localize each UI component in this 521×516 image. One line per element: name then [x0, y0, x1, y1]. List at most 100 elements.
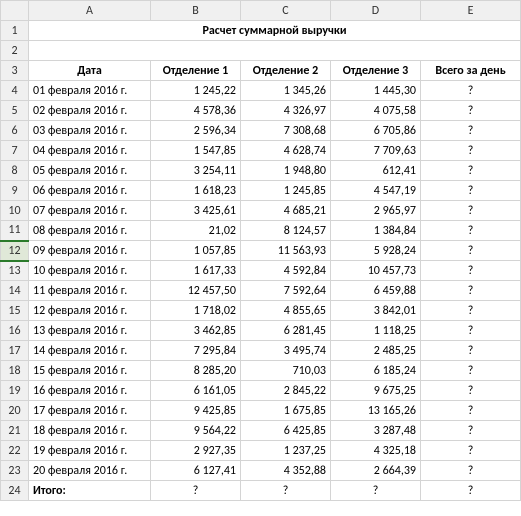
cell-d1[interactable]: 12 457,50: [151, 281, 241, 301]
cell-d2[interactable]: 4 352,88: [241, 461, 331, 481]
cell-d1[interactable]: 1 057,85: [151, 241, 241, 261]
col-header-B[interactable]: B: [151, 1, 241, 21]
cell-date[interactable]: 14 февраля 2016 г.: [29, 341, 151, 361]
cell-d3[interactable]: 2 485,25: [331, 341, 421, 361]
row-header-11[interactable]: 11: [1, 221, 29, 241]
cell-date[interactable]: 20 февраля 2016 г.: [29, 461, 151, 481]
cell-d1[interactable]: 6 127,41: [151, 461, 241, 481]
cell-d3[interactable]: 6 459,88: [331, 281, 421, 301]
cell-date[interactable]: 05 февраля 2016 г.: [29, 161, 151, 181]
cell-d3[interactable]: 10 457,73: [331, 261, 421, 281]
row-header-22[interactable]: 22: [1, 441, 29, 461]
row-header-24[interactable]: 24: [1, 481, 29, 501]
row-header-2[interactable]: 2: [1, 41, 29, 61]
cell-total[interactable]: ?: [421, 81, 521, 101]
cell-d2[interactable]: 7 592,64: [241, 281, 331, 301]
cell-total[interactable]: ?: [421, 381, 521, 401]
row-header-15[interactable]: 15: [1, 301, 29, 321]
cell-date[interactable]: 11 февраля 2016 г.: [29, 281, 151, 301]
cell-date[interactable]: 02 февраля 2016 г.: [29, 101, 151, 121]
cell-total[interactable]: ?: [421, 201, 521, 221]
row-header-20[interactable]: 20: [1, 401, 29, 421]
cell-total[interactable]: ?: [421, 181, 521, 201]
cell-date[interactable]: 03 февраля 2016 г.: [29, 121, 151, 141]
cell-date[interactable]: 04 февраля 2016 г.: [29, 141, 151, 161]
cell-d3[interactable]: 9 675,25: [331, 381, 421, 401]
cell-d2[interactable]: 3 495,74: [241, 341, 331, 361]
cell-total[interactable]: ?: [421, 141, 521, 161]
footer-label[interactable]: Итого:: [29, 481, 151, 501]
cell-total[interactable]: ?: [421, 401, 521, 421]
cell-d3[interactable]: 5 928,24: [331, 241, 421, 261]
cell-total[interactable]: ?: [421, 261, 521, 281]
cell-d3[interactable]: 612,41: [331, 161, 421, 181]
cell-d3[interactable]: 1 384,84: [331, 221, 421, 241]
cell-d3[interactable]: 3 842,01: [331, 301, 421, 321]
row-header-18[interactable]: 18: [1, 361, 29, 381]
cell-d2[interactable]: 1 345,26: [241, 81, 331, 101]
cell-d1[interactable]: 2 927,35: [151, 441, 241, 461]
cell-d1[interactable]: 6 161,05: [151, 381, 241, 401]
cell-d1[interactable]: 3 254,11: [151, 161, 241, 181]
cell-d1[interactable]: 1 547,85: [151, 141, 241, 161]
cell-d2[interactable]: 11 563,93: [241, 241, 331, 261]
cell-d2[interactable]: 1 245,85: [241, 181, 331, 201]
footer-d2[interactable]: ?: [241, 481, 331, 501]
cell-total[interactable]: ?: [421, 441, 521, 461]
cell-total[interactable]: ?: [421, 161, 521, 181]
cell-total[interactable]: ?: [421, 301, 521, 321]
row-header-13[interactable]: 13: [1, 261, 29, 281]
row-header-5[interactable]: 5: [1, 101, 29, 121]
cell-d1[interactable]: 3 425,61: [151, 201, 241, 221]
cell-total[interactable]: ?: [421, 461, 521, 481]
spreadsheet-grid[interactable]: ABCDE1Расчет суммарной выручки23ДатаОтде…: [0, 0, 521, 501]
cell-d3[interactable]: 2 965,97: [331, 201, 421, 221]
cell-d1[interactable]: 1 617,33: [151, 261, 241, 281]
col-header-E[interactable]: E: [421, 1, 521, 21]
cell-d1[interactable]: 1 618,23: [151, 181, 241, 201]
cell-date[interactable]: 06 февраля 2016 г.: [29, 181, 151, 201]
cell-date[interactable]: 15 февраля 2016 г.: [29, 361, 151, 381]
row-header-1[interactable]: 1: [1, 21, 29, 41]
cell-d1[interactable]: 21,02: [151, 221, 241, 241]
row-header-19[interactable]: 19: [1, 381, 29, 401]
cell-d1[interactable]: 9 425,85: [151, 401, 241, 421]
row-header-23[interactable]: 23: [1, 461, 29, 481]
cell-d2[interactable]: 8 124,57: [241, 221, 331, 241]
cell-total[interactable]: ?: [421, 101, 521, 121]
cell-date[interactable]: 07 февраля 2016 г.: [29, 201, 151, 221]
cell-d3[interactable]: 1 118,25: [331, 321, 421, 341]
cell-d3[interactable]: 3 287,48: [331, 421, 421, 441]
cell-d3[interactable]: 6 705,86: [331, 121, 421, 141]
cell-total[interactable]: ?: [421, 321, 521, 341]
footer-d3[interactable]: ?: [331, 481, 421, 501]
cell-date[interactable]: 01 февраля 2016 г.: [29, 81, 151, 101]
cell-date[interactable]: 10 февраля 2016 г.: [29, 261, 151, 281]
cell-d2[interactable]: 6 425,85: [241, 421, 331, 441]
cell-d2[interactable]: 4 326,97: [241, 101, 331, 121]
cell-total[interactable]: ?: [421, 421, 521, 441]
cell-d3[interactable]: 7 709,63: [331, 141, 421, 161]
cell-total[interactable]: ?: [421, 281, 521, 301]
cell-d2[interactable]: 1 237,25: [241, 441, 331, 461]
cell-d2[interactable]: 6 281,45: [241, 321, 331, 341]
row-header-10[interactable]: 10: [1, 201, 29, 221]
cell-d1[interactable]: 1 718,02: [151, 301, 241, 321]
cell-date[interactable]: 12 февраля 2016 г.: [29, 301, 151, 321]
cell-d2[interactable]: 4 855,65: [241, 301, 331, 321]
cell-date[interactable]: 19 февраля 2016 г.: [29, 441, 151, 461]
cell-d2[interactable]: 4 592,84: [241, 261, 331, 281]
cell-d2[interactable]: 1 948,80: [241, 161, 331, 181]
footer-d1[interactable]: ?: [151, 481, 241, 501]
cell-d1[interactable]: 2 596,34: [151, 121, 241, 141]
cell-date[interactable]: 17 февраля 2016 г.: [29, 401, 151, 421]
cell-d3[interactable]: 13 165,26: [331, 401, 421, 421]
cell-d1[interactable]: 4 578,36: [151, 101, 241, 121]
col-header-A[interactable]: A: [29, 1, 151, 21]
row-header-3[interactable]: 3: [1, 61, 29, 81]
cell-date[interactable]: 18 февраля 2016 г.: [29, 421, 151, 441]
cell-total[interactable]: ?: [421, 241, 521, 261]
cell-d3[interactable]: 4 325,18: [331, 441, 421, 461]
cell-d1[interactable]: 8 285,20: [151, 361, 241, 381]
row-header-8[interactable]: 8: [1, 161, 29, 181]
